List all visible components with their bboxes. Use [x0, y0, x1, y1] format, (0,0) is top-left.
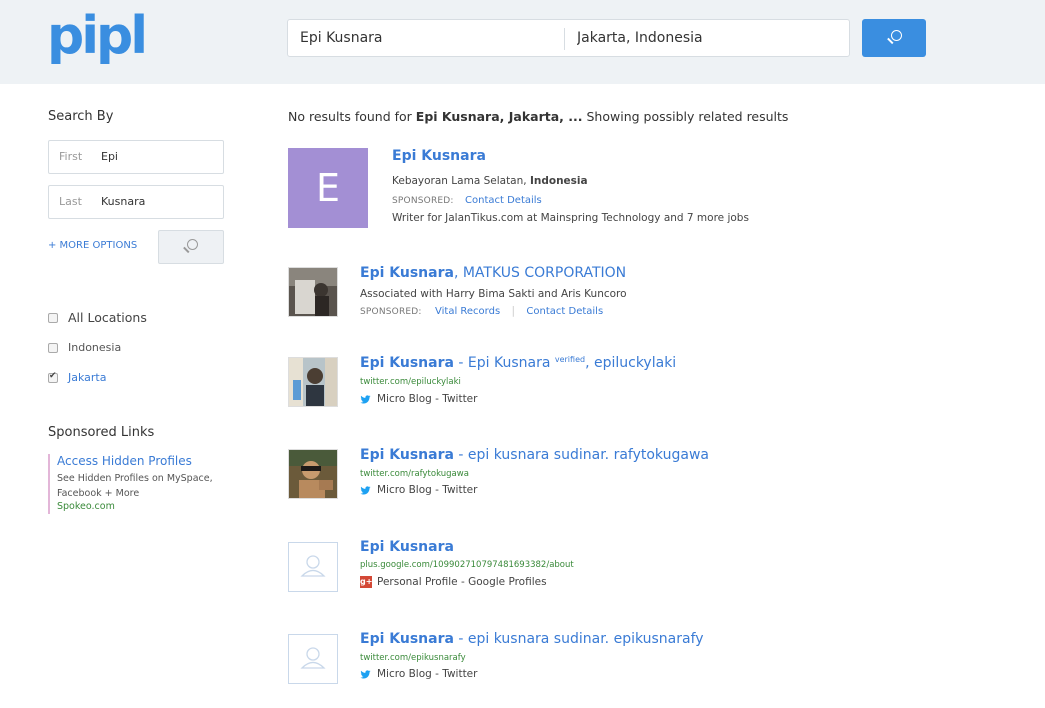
sponsored-description: See Hidden Profiles on MySpace, Facebook…	[57, 473, 213, 499]
jakarta-label[interactable]: Jakarta	[68, 371, 106, 384]
user-placeholder-icon	[300, 647, 326, 669]
result-name[interactable]: Epi Kusnara	[360, 355, 454, 371]
indonesia-checkbox[interactable]	[48, 342, 58, 353]
last-name-field[interactable]: Last Kusnara	[48, 185, 224, 219]
summary-prefix: No results found for	[288, 109, 416, 124]
source-label: Personal Profile - Google Profiles	[377, 576, 547, 588]
result-title[interactable]: Epi Kusnara - Epi Kusnara verified, epil…	[360, 355, 676, 371]
jakarta-checkbox[interactable]	[48, 371, 58, 383]
source-label: Micro Blog - Twitter	[377, 393, 478, 405]
sponsored-links-heading: Sponsored Links	[48, 425, 155, 440]
location-country: Indonesia	[529, 175, 588, 187]
result-url[interactable]: twitter.com/epikusnarafy	[360, 653, 466, 663]
source-label: Micro Blog - Twitter	[377, 484, 478, 496]
avatar[interactable]	[288, 449, 338, 499]
avatar[interactable]: E	[288, 148, 368, 228]
result-name-suffix[interactable]: , MATKUS CORPORATION	[454, 265, 626, 281]
result-url[interactable]: plus.google.com/109902710797481693382/ab…	[360, 560, 574, 570]
result-source: Micro Blog - Twitter	[360, 668, 477, 680]
first-name-field[interactable]: First Epi	[48, 140, 224, 174]
search-icon	[887, 30, 903, 46]
avatar[interactable]	[288, 267, 338, 317]
result-title[interactable]: Epi Kusnara - epi kusnara sudinar. rafyt…	[360, 447, 709, 463]
contact-details-link[interactable]: Contact Details	[465, 195, 542, 206]
first-name-label: First	[59, 150, 83, 163]
result-url[interactable]: twitter.com/epiluckylaki	[360, 377, 461, 387]
result-name-suffix[interactable]: - epi kusnara sudinar. epikusnarafy	[454, 631, 703, 647]
avatar[interactable]	[288, 634, 338, 684]
result-name-suffix-2[interactable]: , epiluckylaki	[585, 355, 676, 371]
last-name-value[interactable]: Kusnara	[101, 195, 145, 208]
sidebar-search-button[interactable]	[158, 230, 224, 264]
sponsored-link[interactable]: Access Hidden Profiles	[57, 454, 192, 468]
profile-photo	[289, 358, 337, 406]
contact-details-link[interactable]: Contact Details	[526, 306, 603, 317]
search-by-heading: Search By	[48, 109, 114, 124]
vital-records-link[interactable]: Vital Records	[435, 306, 500, 317]
google-plus-icon: g+	[360, 576, 373, 588]
twitter-icon	[360, 394, 371, 404]
user-placeholder-icon	[300, 555, 326, 577]
profile-photo	[289, 268, 337, 316]
location-option-indonesia[interactable]: Indonesia	[48, 341, 121, 354]
results-summary: No results found for Epi Kusnara, Jakart…	[288, 109, 788, 124]
first-name-value[interactable]: Epi	[101, 150, 118, 163]
name-search-input[interactable]	[300, 20, 555, 56]
search-divider	[564, 28, 565, 50]
result-name-suffix[interactable]: - epi kusnara sudinar. rafytokugawa	[454, 447, 709, 463]
twitter-icon	[360, 669, 371, 679]
separator: |	[511, 305, 516, 317]
result-url[interactable]: twitter.com/rafytokugawa	[360, 469, 469, 479]
sponsored-link-block: Access Hidden Profiles See Hidden Profil…	[48, 454, 228, 514]
summary-query: Epi Kusnara, Jakarta, ...	[415, 109, 583, 124]
location-option-all[interactable]: All Locations	[48, 310, 147, 325]
location-prefix: Kebayoran Lama Selatan,	[392, 175, 530, 187]
result-description: Associated with Harry Bima Sakti and Ari…	[360, 288, 627, 300]
result-source: Micro Blog - Twitter	[360, 393, 477, 405]
result-description: Writer for JalanTikus.com at Mainspring …	[392, 212, 749, 224]
result-title[interactable]: Epi Kusnara, MATKUS CORPORATION	[360, 265, 626, 281]
result-location: Kebayoran Lama Selatan, Indonesia	[392, 175, 588, 187]
indonesia-label[interactable]: Indonesia	[68, 341, 121, 354]
source-label: Micro Blog - Twitter	[377, 668, 478, 680]
header: pipl	[0, 0, 1045, 84]
result-name[interactable]: Epi Kusnara	[360, 447, 454, 463]
result-name[interactable]: Epi Kusnara	[392, 148, 486, 164]
result-source: Micro Blog - Twitter	[360, 484, 477, 496]
all-locations-checkbox[interactable]	[48, 312, 58, 323]
avatar[interactable]	[288, 357, 338, 407]
avatar[interactable]	[288, 542, 338, 592]
pipl-logo[interactable]: pipl	[47, 6, 148, 66]
twitter-icon	[360, 485, 371, 495]
sponsored-label: SPONSORED:	[360, 307, 422, 317]
result-name-suffix[interactable]: - Epi Kusnara	[454, 355, 555, 371]
result-sponsored-row: SPONSORED: Contact Details	[392, 194, 542, 206]
location-search-input[interactable]	[577, 20, 842, 56]
search-button[interactable]	[862, 19, 926, 57]
result-source: g+ Personal Profile - Google Profiles	[360, 576, 547, 588]
result-sponsored-row: SPONSORED: Vital Records | Contact Detai…	[360, 305, 603, 317]
result-name[interactable]: Epi Kusnara	[360, 265, 454, 281]
all-locations-label[interactable]: All Locations	[68, 310, 147, 325]
more-options-link[interactable]: + MORE OPTIONS	[48, 240, 137, 251]
result-title[interactable]: Epi Kusnara - epi kusnara sudinar. epiku…	[360, 631, 704, 647]
profile-photo	[289, 450, 337, 498]
search-icon	[183, 239, 199, 255]
search-box	[287, 19, 850, 57]
result-title[interactable]: Epi Kusnara	[360, 539, 454, 555]
result-name[interactable]: Epi Kusnara	[360, 539, 454, 555]
location-option-jakarta[interactable]: Jakarta	[48, 371, 106, 384]
result-name[interactable]: Epi Kusnara	[360, 631, 454, 647]
sponsored-label: SPONSORED:	[392, 196, 454, 206]
result-title[interactable]: Epi Kusnara	[392, 148, 486, 164]
summary-suffix: Showing possibly related results	[582, 109, 789, 124]
last-name-label: Last	[59, 195, 82, 208]
sponsored-url[interactable]: Spokeo.com	[57, 501, 115, 512]
verified-badge: verified	[554, 355, 586, 364]
